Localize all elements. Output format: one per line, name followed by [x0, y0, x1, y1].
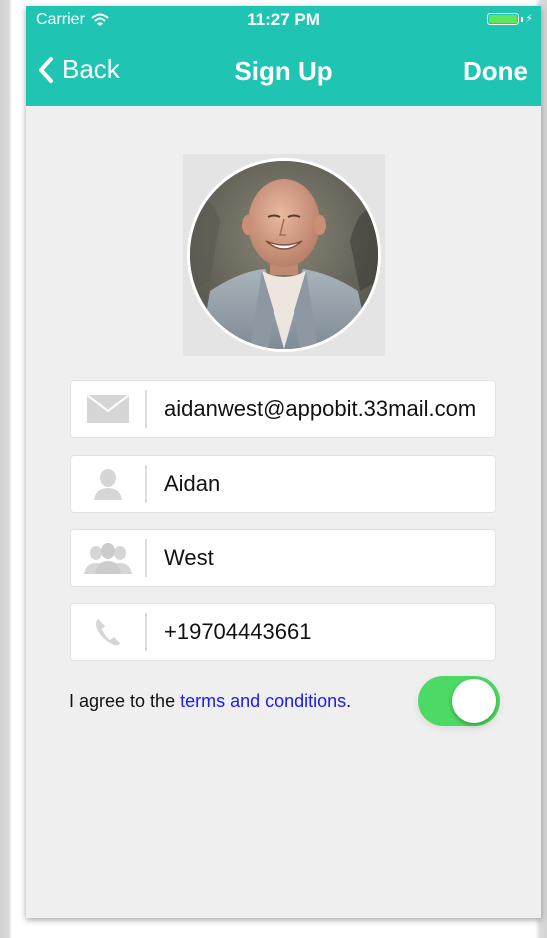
battery-indicator: ⚡: [487, 13, 533, 25]
battery-tip: [521, 16, 524, 22]
toggle-knob[interactable]: [452, 679, 496, 723]
first-name-input[interactable]: Aidan: [147, 471, 220, 497]
battery-level: [489, 15, 518, 23]
terms-toggle[interactable]: [418, 676, 500, 726]
first-name-field[interactable]: Aidan: [70, 455, 496, 513]
envelope-icon: [87, 395, 129, 423]
person-icon: [94, 469, 122, 500]
status-bar: Carrier 11:27 PM ⚡: [26, 6, 541, 34]
phone-icon: [96, 619, 120, 646]
email-field-icon-wrap: [71, 380, 145, 438]
battery-icon: [487, 13, 520, 25]
last-name-input[interactable]: West: [147, 545, 214, 571]
profile-photo: [190, 161, 378, 349]
avatar[interactable]: [187, 158, 381, 352]
last-name-field[interactable]: West: [70, 529, 496, 587]
charging-bolt-icon: ⚡: [525, 13, 533, 25]
terms-link[interactable]: terms and conditions: [180, 691, 346, 711]
done-button[interactable]: Done: [463, 56, 528, 87]
avatar-frame[interactable]: [183, 154, 385, 356]
navigation-bar: Carrier 11:27 PM ⚡ Back Sign Up Done: [26, 6, 541, 106]
terms-agreement-row: I agree to the terms and conditions.: [69, 691, 351, 712]
phone-field[interactable]: +19704443661: [70, 603, 496, 661]
first-name-field-icon-wrap: [71, 455, 145, 513]
email-input[interactable]: aidanwest@appobit.33mail.com: [147, 396, 476, 422]
group-icon: [84, 543, 132, 574]
phone-field-icon-wrap: [71, 603, 145, 661]
agreement-suffix: .: [346, 691, 352, 711]
last-name-field-icon-wrap: [71, 529, 145, 587]
status-time: 11:27 PM: [247, 10, 320, 29]
email-field[interactable]: aidanwest@appobit.33mail.com: [70, 380, 496, 438]
agreement-prefix: I agree to the: [69, 691, 181, 711]
phone-input[interactable]: +19704443661: [147, 619, 311, 645]
phone-screen: Carrier 11:27 PM ⚡ Back Sign Up Done aid…: [26, 6, 541, 918]
